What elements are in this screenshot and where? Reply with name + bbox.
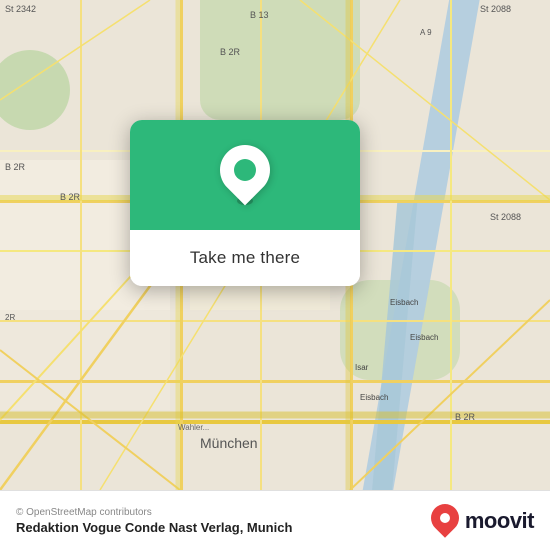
bottom-bar: © OpenStreetMap contributors Redaktion V… [0, 490, 550, 550]
location-pin-icon [220, 145, 270, 205]
action-card: Take me there [130, 120, 360, 286]
road-h3 [0, 380, 550, 383]
map-container: St 2088 St 2342 B 13 A 9 B 2R B 2R 2R St… [0, 0, 550, 490]
moovit-logo: moovit [431, 504, 534, 538]
road-v4 [450, 0, 452, 490]
map-attribution: © OpenStreetMap contributors [16, 507, 292, 518]
city-block-2 [0, 310, 170, 410]
bottom-left-info: © OpenStreetMap contributors Redaktion V… [16, 507, 292, 535]
card-icon-area [130, 120, 360, 230]
road-h2 [0, 320, 550, 322]
road-v2 [80, 0, 82, 490]
moovit-brand-text: moovit [465, 508, 534, 534]
moovit-pin-icon [431, 504, 459, 538]
take-me-there-button[interactable]: Take me there [130, 230, 360, 286]
road-h5 [0, 420, 550, 424]
place-name: Redaktion Vogue Conde Nast Verlag, Munic… [16, 520, 292, 535]
park-area-1 [200, 0, 360, 120]
